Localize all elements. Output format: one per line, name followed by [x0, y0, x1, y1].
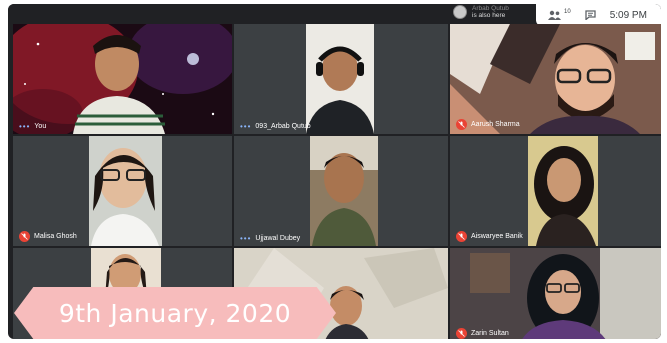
- participant-tile[interactable]: ••• 093_Arbab Qutub: [234, 24, 448, 134]
- mic-off-icon: [456, 231, 467, 242]
- participant-tile[interactable]: Aiswaryee Banik: [450, 136, 661, 246]
- participant-label: Aarush Sharma: [456, 119, 520, 130]
- call-controls: 10 5:09 PM: [536, 4, 661, 26]
- video-feed: [450, 136, 661, 246]
- video-feed: [13, 24, 232, 134]
- people-count: 10: [564, 9, 571, 15]
- participant-name: Ujjawal Dubey: [255, 235, 301, 242]
- participant-join-notice: Arbab Qutub is also here: [453, 5, 509, 19]
- video-feed: [450, 24, 661, 134]
- participant-tile[interactable]: ••• You: [13, 24, 232, 134]
- video-feed: [13, 136, 232, 246]
- participant-label: ••• Ujjawal Dubey: [240, 233, 301, 243]
- date-banner: 9th January, 2020: [14, 287, 336, 339]
- video-feed: [450, 248, 661, 339]
- chat-icon: [585, 10, 596, 20]
- participant-label: ••• You: [19, 121, 47, 131]
- participant-name: Aiswaryee Banik: [471, 233, 523, 240]
- people-icon: [548, 10, 561, 20]
- video-feed: [234, 24, 448, 134]
- participant-name: 093_Arbab Qutub: [255, 123, 311, 130]
- people-button[interactable]: 10: [548, 9, 571, 20]
- speaking-indicator: •••: [240, 233, 252, 243]
- participant-label: ••• 093_Arbab Qutub: [240, 121, 311, 131]
- notice-name: Arbab Qutub: [472, 5, 509, 12]
- notice-text: is also here: [472, 12, 506, 19]
- speaking-indicator: •••: [240, 121, 252, 131]
- mic-off-icon: [456, 119, 467, 130]
- participant-name: You: [34, 123, 47, 130]
- participant-tile[interactable]: Zarin Sultan: [450, 248, 661, 339]
- speaking-indicator: •••: [19, 121, 31, 131]
- participant-label: Aiswaryee Banik: [456, 231, 523, 242]
- participant-name: Zarin Sultan: [471, 330, 509, 337]
- participant-name: Aarush Sharma: [471, 121, 520, 128]
- date-text: 9th January, 2020: [58, 298, 292, 328]
- participant-label: Zarin Sultan: [456, 328, 509, 339]
- mic-off-icon: [456, 328, 467, 339]
- participant-name: Malisa Ghosh: [34, 233, 77, 240]
- mic-off-icon: [19, 231, 30, 242]
- avatar: [453, 5, 467, 19]
- participant-label: Malisa Ghosh: [19, 231, 77, 242]
- clock: 5:09 PM: [609, 9, 647, 21]
- participant-tile[interactable]: Malisa Ghosh: [13, 136, 232, 246]
- top-bar: Arbab Qutub is also here 10 5:09 PM: [8, 4, 661, 26]
- participant-tile[interactable]: ••• Ujjawal Dubey: [234, 136, 448, 246]
- chat-button[interactable]: [585, 10, 596, 20]
- participant-tile[interactable]: Aarush Sharma: [450, 24, 661, 134]
- video-feed: [234, 136, 448, 246]
